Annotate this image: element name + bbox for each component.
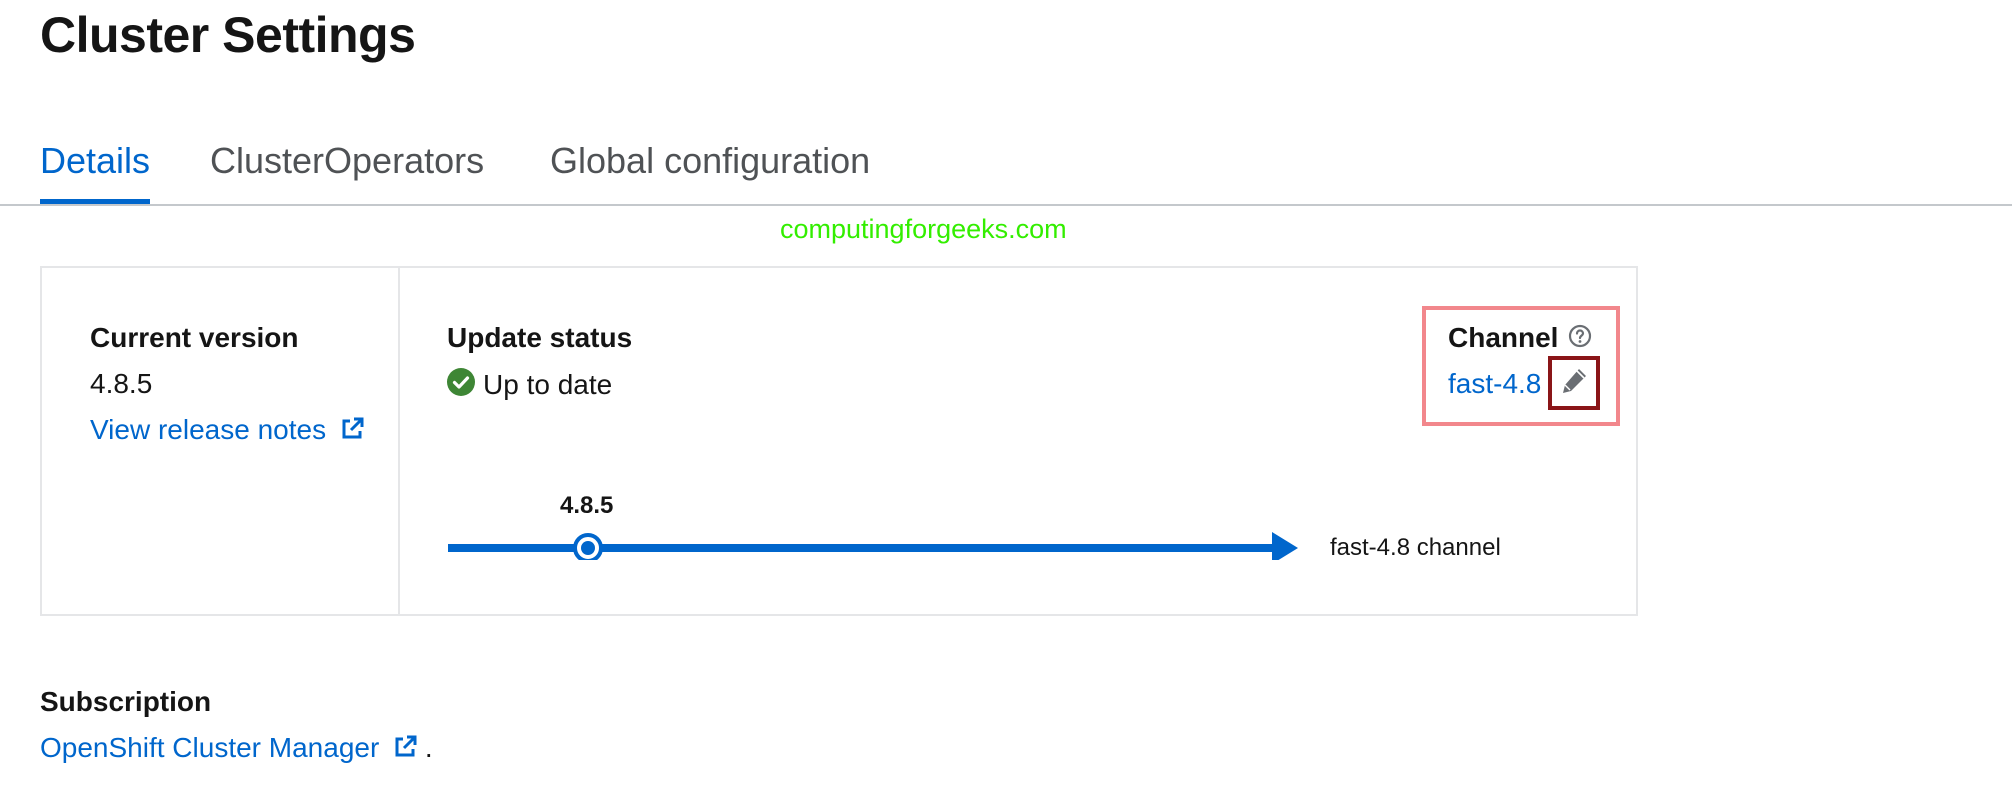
subscription-row: OpenShift Cluster Manager . xyxy=(40,732,433,766)
check-circle-icon xyxy=(447,368,475,401)
pencil-icon xyxy=(1559,366,1589,401)
channel-label: Channel xyxy=(1448,322,1559,353)
view-release-notes-link[interactable]: View release notes xyxy=(90,414,364,448)
question-circle-icon[interactable] xyxy=(1568,324,1592,353)
external-link-icon xyxy=(393,734,417,766)
openshift-cluster-manager-label: OpenShift Cluster Manager xyxy=(40,732,380,763)
subscription-suffix: . xyxy=(424,732,433,763)
tab-global-configuration[interactable]: Global configuration xyxy=(550,140,870,202)
current-version-value: 4.8.5 xyxy=(90,368,153,399)
current-version-label: Current version xyxy=(90,322,299,353)
page-title: Cluster Settings xyxy=(40,7,416,63)
graph-channel-label: fast-4.8 channel xyxy=(1330,534,1501,561)
watermark-text: computingforgeeks.com xyxy=(780,214,1067,244)
current-version-node-dot xyxy=(581,541,595,555)
channel-label-row: Channel xyxy=(1448,322,1592,354)
channel-value-link[interactable]: fast-4.8 xyxy=(1448,368,1541,400)
edit-channel-button[interactable] xyxy=(1548,356,1600,410)
tab-details[interactable]: Details xyxy=(40,140,151,204)
update-status-label: Update status xyxy=(447,322,633,353)
subscription-label: Subscription xyxy=(40,686,212,717)
update-graph xyxy=(446,490,1306,565)
openshift-cluster-manager-link[interactable]: OpenShift Cluster Manager xyxy=(40,732,425,763)
view-release-notes-label: View release notes xyxy=(90,414,327,445)
tab-cluster-operators[interactable]: ClusterOperators xyxy=(210,140,484,202)
external-link-icon xyxy=(340,416,364,448)
update-graph-svg xyxy=(448,532,1298,564)
update-status-value: Up to date xyxy=(483,368,613,400)
update-status-row: Up to date xyxy=(447,368,612,401)
update-path-arrow xyxy=(1272,532,1298,564)
tab-bar: Details ClusterOperators Global configur… xyxy=(0,130,2012,206)
